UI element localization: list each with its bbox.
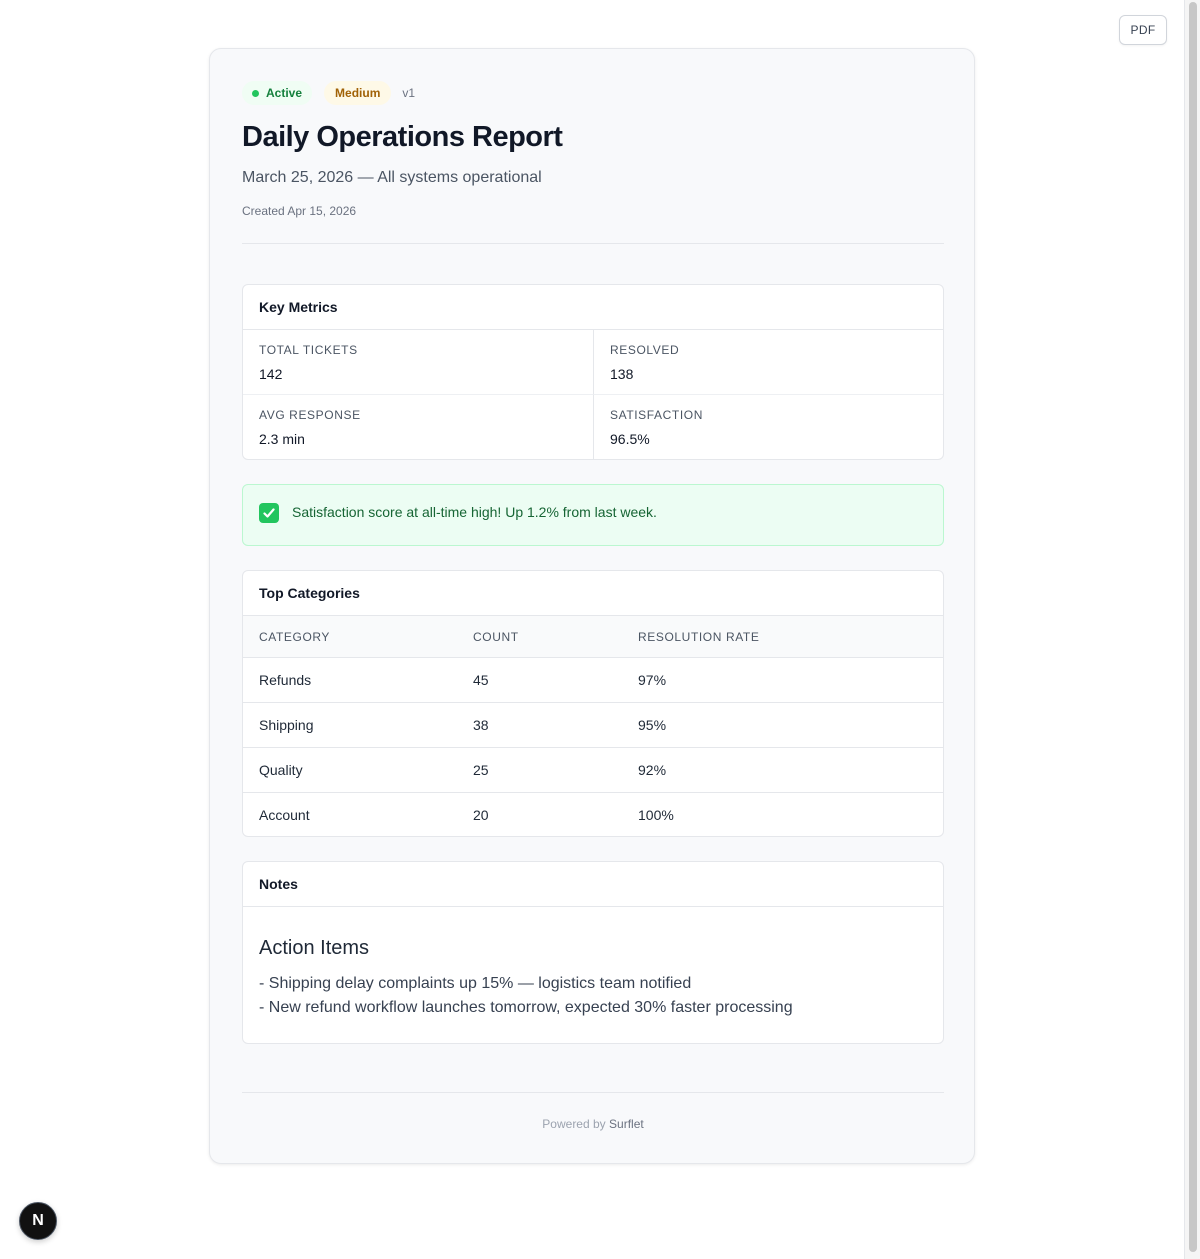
alert-text: Satisfaction score at all-time high! Up … [292,504,657,520]
avatar[interactable]: N [19,1202,57,1240]
metric-avg-response: Avg Response 2.3 min [243,395,593,459]
priority-badge: Medium [324,81,392,105]
cell-resolution-rate: 97% [638,657,943,703]
table-row: Shipping 38 95% [243,702,943,748]
notes-panel: Notes Action Items - Shipping delay comp… [242,861,944,1044]
success-alert: Satisfaction score at all-time high! Up … [242,484,944,546]
cell-category: Shipping [243,702,473,748]
scrollbar[interactable] [1184,0,1200,1259]
metric-value: 138 [610,366,634,382]
metric-label: Total Tickets [259,343,358,357]
status-badge: Active [242,81,313,105]
divider [242,243,944,244]
cell-count: 45 [473,657,638,703]
status-dot-icon [252,89,259,97]
metric-resolved: Resolved 138 [593,330,943,395]
cell-count: 20 [473,807,489,823]
cell-category: Refunds [243,657,473,703]
status-label: Active [266,86,303,100]
cell-count: 25 [473,747,638,793]
badge-row: Active Medium v1 [242,81,415,105]
table-row: Refunds 45 97% [243,657,943,703]
table-row: Quality 25 92% [243,747,943,793]
report-card: Active Medium v1 Daily Operations Report… [209,48,975,1164]
footer-prefix: Powered by [542,1117,606,1131]
cell-category: Account [259,807,310,823]
notes-line: - Shipping delay complaints up 15% — log… [259,975,692,992]
metric-satisfaction: Satisfaction 96.5% [593,395,943,459]
metric-label: Avg Response [259,408,361,422]
footer: Powered by Surflet [210,1117,976,1131]
cell-category: Quality [243,747,473,793]
page-title: Daily Operations Report [242,121,563,153]
cell-resolution-rate: 95% [638,702,943,748]
pdf-button[interactable]: PDF [1119,15,1167,45]
footer-brand-link[interactable]: Surflet [609,1117,644,1131]
version-label: v1 [402,86,416,100]
cell-count: 38 [473,702,638,748]
categories-table: CATEGORY COUNT RESOLUTION RATE Refunds 4… [243,616,943,837]
divider [242,1092,944,1093]
panel-title: Key Metrics [243,285,943,330]
page-subtitle: March 25, 2026 — All systems operational [242,169,542,186]
notes-body: Action Items - Shipping delay complaints… [243,907,943,1020]
metrics-grid: Total Tickets 142 Resolved 138 Avg Respo… [243,330,943,459]
column-header-resolution-rate: RESOLUTION RATE [638,616,943,658]
metric-label: Satisfaction [610,408,703,422]
metric-total-tickets: Total Tickets 142 [243,330,593,395]
metric-value: 142 [259,366,283,382]
panel-title: Notes [243,862,943,907]
panel-title: Top Categories [243,571,943,616]
page: PDF Active Medium v1 Daily Operations Re… [0,0,1200,1259]
table-header-row: CATEGORY COUNT RESOLUTION RATE [243,616,943,658]
metric-value: 96.5% [610,431,650,447]
cell-resolution-rate: 92% [638,747,943,793]
metric-label: Resolved [610,343,680,357]
check-icon [259,503,279,523]
notes-heading: Action Items [259,937,370,959]
table-row: Account 20 100% [243,793,943,837]
column-header-count: COUNT [473,616,638,658]
column-header-category: CATEGORY [243,616,473,658]
metric-value: 2.3 min [259,431,305,447]
notes-line: - New refund workflow launches tomorrow,… [259,999,793,1016]
top-categories-panel: Top Categories CATEGORY COUNT RESOLUTION… [242,570,944,837]
created-date: Created Apr 15, 2026 [242,204,357,218]
scrollbar-thumb[interactable] [1189,2,1197,1252]
key-metrics-panel: Key Metrics Total Tickets 142 Resolved 1… [242,284,944,460]
cell-resolution-rate: 100% [638,807,674,823]
